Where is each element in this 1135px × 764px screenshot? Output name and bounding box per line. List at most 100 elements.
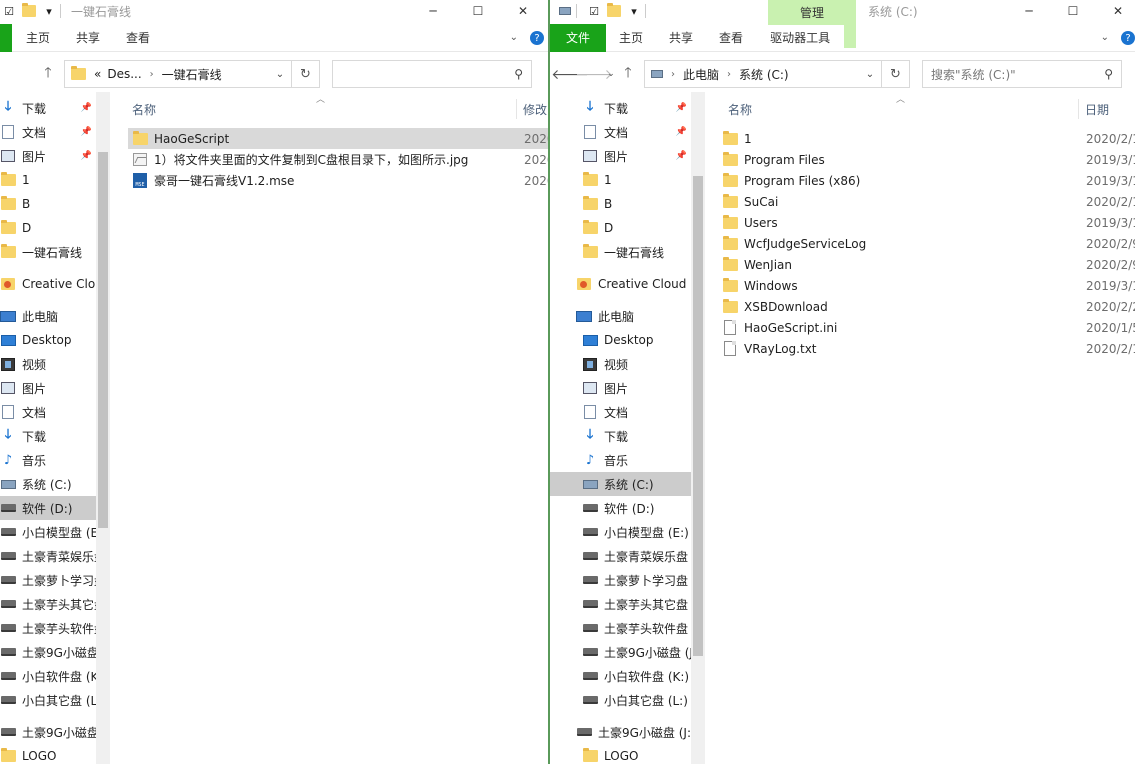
pin-icon[interactable]: 📌 — [81, 151, 92, 161]
refresh-icon[interactable]: ↻ — [881, 61, 909, 87]
nav-item[interactable]: LOGO — [0, 744, 96, 764]
minimize-button[interactable]: ─ — [410, 0, 456, 22]
nav-item[interactable]: D — [0, 216, 96, 240]
nav-item[interactable]: 土豪芋头软件盘 — [0, 616, 96, 640]
ribbon-tab-drive-tools[interactable]: 驱动器工具 — [756, 24, 845, 51]
ribbon-file-tab[interactable]: 文件 — [550, 23, 607, 52]
nav-item[interactable]: B — [0, 192, 96, 216]
file-row[interactable]: WcfJudgeServiceLog 2020/2/9 — [710, 233, 1135, 254]
up-icon[interactable]: 🡑 — [616, 62, 640, 86]
up-icon[interactable]: 🡑 — [36, 62, 60, 86]
nav-item[interactable]: 文档 — [550, 400, 691, 424]
nav-item[interactable]: 一键石膏线 — [550, 240, 691, 264]
file-row[interactable]: VRayLog.txt 2020/2/1 — [710, 338, 1135, 359]
properties-icon[interactable]: ☑ — [587, 4, 601, 18]
nav-item[interactable]: 小白软件盘 (K:) — [550, 664, 691, 688]
nav-item[interactable]: D — [550, 216, 691, 240]
help-icon[interactable]: ? — [530, 31, 544, 45]
ribbon-tab-view[interactable]: 查看 — [706, 24, 756, 52]
nav-scrollbar[interactable] — [691, 92, 705, 764]
nav-item[interactable]: ♪ 音乐 — [0, 448, 96, 472]
quick-access-dropdown-icon[interactable]: ▾ — [627, 4, 641, 18]
nav-item[interactable]: 🡓 下载 — [0, 424, 96, 448]
help-icon[interactable]: ? — [1121, 31, 1135, 45]
file-row[interactable]: SuCai 2020/2/1 — [710, 191, 1135, 212]
address-bar[interactable]: › 此电脑 › 系统 (C:) ⌄ ↻ — [644, 60, 910, 88]
navigation-pane[interactable]: 🡓 下载 📌 文档 📌 图片 📌 1 BD 一键石膏线 Creative Cloud F 此电脑 Des… — [550, 92, 691, 764]
nav-item[interactable]: 小白软件盘 (K:) — [0, 664, 96, 688]
nav-item[interactable]: 土豪青菜娱乐盘 — [0, 544, 96, 568]
chevron-right-icon[interactable]: › — [727, 69, 731, 80]
nav-item[interactable]: 1 — [0, 168, 96, 192]
pin-icon[interactable]: 📌 — [81, 103, 92, 113]
pin-icon[interactable]: 📌 — [81, 127, 92, 137]
nav-item[interactable]: 🡓 下载 — [550, 424, 691, 448]
nav-item[interactable]: 土豪9G小磁盘 (J:) — [550, 720, 691, 744]
ribbon-expand-icon[interactable]: ⌄ — [1101, 32, 1109, 43]
column-date[interactable]: 修改 — [516, 99, 547, 119]
nav-item[interactable]: 土豪芋头其它盘 — [550, 592, 691, 616]
nav-item[interactable]: 视频 — [550, 352, 691, 376]
column-name[interactable]: 名称 — [728, 101, 752, 118]
nav-item[interactable]: Creative Cloud F — [550, 272, 691, 296]
nav-item[interactable]: 图片 — [0, 376, 96, 400]
search-input[interactable]: ⚲ — [332, 60, 532, 88]
nav-item[interactable]: 小白其它盘 (L:) — [0, 688, 96, 712]
nav-item[interactable]: 文档 📌 — [550, 120, 691, 144]
file-row[interactable]: 1）将文件夹里面的文件复制到C盘根目录下，如图所示.jpg 2020 — [116, 149, 548, 170]
file-row[interactable]: 1 2020/2/1 — [710, 128, 1135, 149]
address-segment[interactable]: 系统 (C:) — [739, 66, 789, 83]
nav-item[interactable]: ♪ 音乐 — [550, 448, 691, 472]
nav-item[interactable]: 图片 — [550, 376, 691, 400]
nav-item[interactable]: 文档 — [0, 400, 96, 424]
new-folder-icon[interactable] — [22, 3, 36, 18]
file-row[interactable]: HaoGeScript 2020 — [128, 128, 548, 149]
maximize-button[interactable]: ☐ — [1050, 0, 1096, 22]
file-row[interactable]: MSE 豪哥一键石膏线V1.2.mse 2020 — [116, 170, 548, 191]
nav-item[interactable]: 土豪9G小磁盘 (J: — [550, 640, 691, 664]
address-segment[interactable]: 此电脑 — [683, 66, 719, 83]
nav-item[interactable]: 此电脑 — [0, 304, 96, 328]
quick-access-dropdown-icon[interactable]: ▾ — [42, 4, 56, 18]
column-date[interactable]: 日期 — [1078, 99, 1109, 119]
address-bar[interactable]: « Des... › 一键石膏线 ⌄ ↻ — [64, 60, 320, 88]
nav-item[interactable]: 1 — [550, 168, 691, 192]
search-input[interactable]: 搜索"系统 (C:)" ⚲ — [922, 60, 1122, 88]
nav-item[interactable]: 🡓 下载 📌 — [550, 96, 691, 120]
nav-item[interactable]: 小白其它盘 (L:) — [550, 688, 691, 712]
ribbon-file-tab[interactable] — [0, 23, 12, 52]
chevron-down-icon[interactable]: ⌄ — [861, 61, 879, 87]
file-row[interactable]: Program Files 2019/3/1 — [710, 149, 1135, 170]
recent-locations-icon[interactable]: ⌄ — [606, 62, 616, 86]
ribbon-tab-home[interactable]: 主页 — [12, 24, 63, 52]
nav-item[interactable]: 此电脑 — [550, 304, 691, 328]
pin-icon[interactable]: 📌 — [676, 151, 687, 161]
nav-item[interactable]: 文档 📌 — [0, 120, 96, 144]
address-overflow[interactable]: « — [94, 67, 101, 81]
nav-item[interactable]: 土豪萝卜学习盘 — [0, 568, 96, 592]
properties-icon[interactable]: ☑ — [2, 4, 16, 18]
nav-item[interactable]: 土豪萝卜学习盘 — [550, 568, 691, 592]
nav-item[interactable]: 系统 (C:) — [550, 472, 691, 496]
ribbon-expand-icon[interactable]: ⌄ — [510, 32, 518, 43]
nav-item[interactable]: 一键石膏线 — [0, 240, 96, 264]
ribbon-tab-share[interactable]: 共享 — [656, 24, 706, 52]
ribbon-tab-share[interactable]: 共享 — [63, 24, 113, 52]
nav-item[interactable]: 土豪青菜娱乐盘 — [550, 544, 691, 568]
maximize-button[interactable]: ☐ — [455, 0, 501, 22]
file-row[interactable]: Windows 2019/3/1 — [710, 275, 1135, 296]
nav-item[interactable]: 小白模型盘 (E:) — [0, 520, 96, 544]
file-row[interactable]: Users 2019/3/1 — [710, 212, 1135, 233]
close-button[interactable]: ✕ — [500, 0, 546, 22]
minimize-button[interactable]: ─ — [1006, 0, 1052, 22]
nav-item[interactable]: 软件 (D:) — [0, 496, 96, 520]
nav-item[interactable]: 软件 (D:) — [550, 496, 691, 520]
chevron-down-icon[interactable]: ⌄ — [271, 61, 289, 87]
close-button[interactable]: ✕ — [1095, 0, 1135, 22]
nav-item[interactable]: B — [550, 192, 691, 216]
address-segment[interactable]: 一键石膏线 — [162, 66, 222, 83]
nav-item[interactable]: 图片 📌 — [0, 144, 96, 168]
nav-item[interactable]: 土豪9G小磁盘 (J:) — [0, 720, 96, 744]
file-row[interactable]: HaoGeScript.ini 2020/1/5 — [710, 317, 1135, 338]
ribbon-tab-view[interactable]: 查看 — [113, 24, 163, 52]
